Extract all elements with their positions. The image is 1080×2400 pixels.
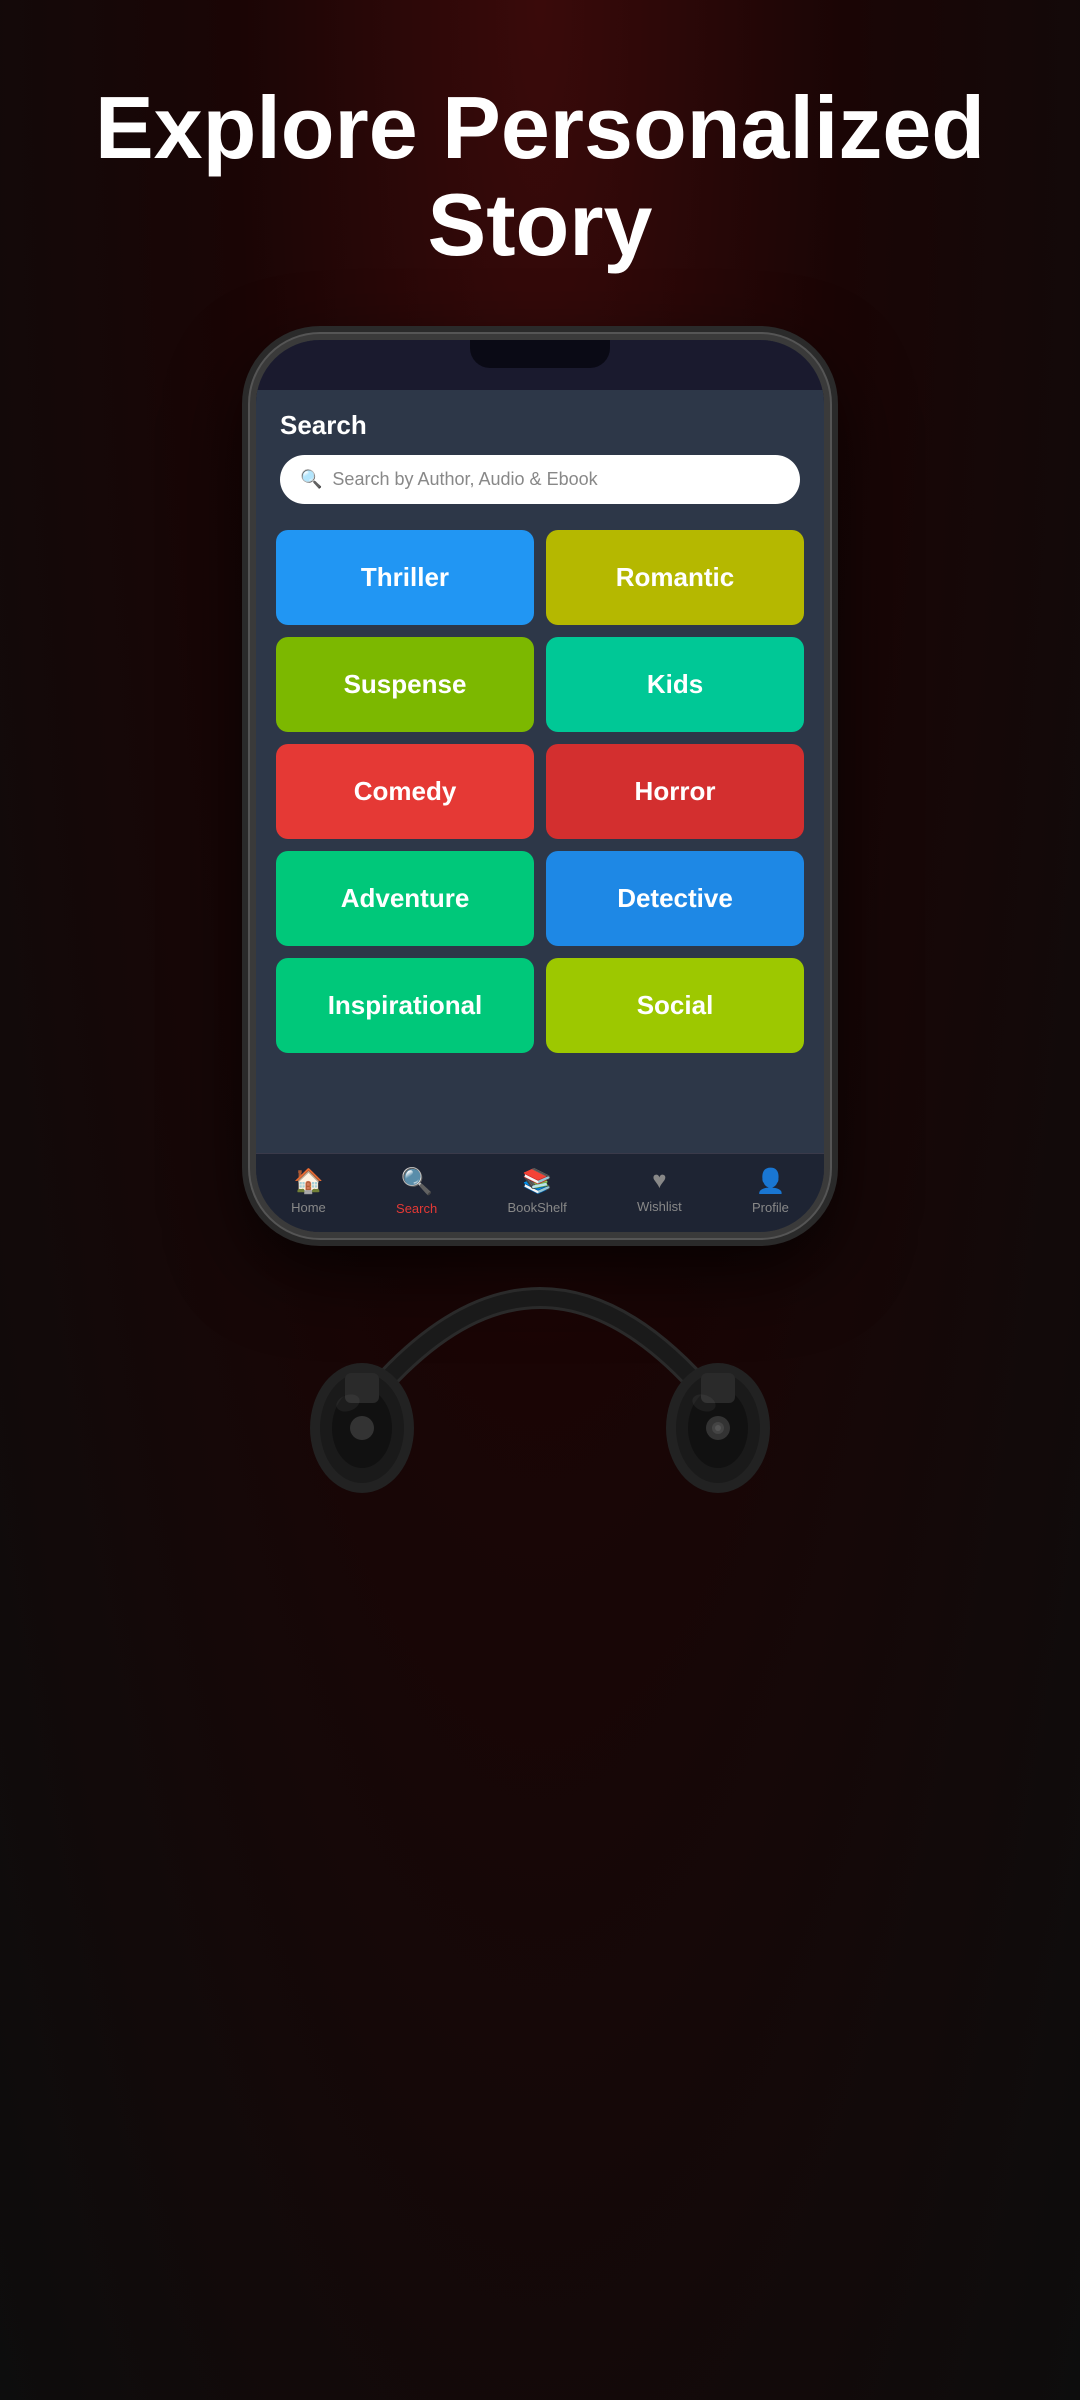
phone-screen: Search 🔍 Search by Author, Audio & Ebook… <box>256 340 824 1232</box>
headphones-decoration <box>250 1178 830 1578</box>
search-placeholder-text: Search by Author, Audio & Ebook <box>332 469 597 490</box>
genre-button-horror[interactable]: Horror <box>546 744 804 839</box>
genre-label-suspense: Suspense <box>344 669 467 700</box>
genre-button-thriller[interactable]: Thriller <box>276 530 534 625</box>
notch <box>470 340 610 368</box>
genre-button-adventure[interactable]: Adventure <box>276 851 534 946</box>
genre-label-detective: Detective <box>617 883 733 914</box>
genre-label-kids: Kids <box>647 669 703 700</box>
screen-content: Search 🔍 Search by Author, Audio & Ebook… <box>256 390 824 1153</box>
genre-label-adventure: Adventure <box>341 883 470 914</box>
search-bar[interactable]: 🔍 Search by Author, Audio & Ebook <box>280 455 800 504</box>
genre-button-kids[interactable]: Kids <box>546 637 804 732</box>
bottom-spacer <box>256 1073 824 1153</box>
phone-frame: Search 🔍 Search by Author, Audio & Ebook… <box>250 334 830 1238</box>
phone-mockup: Search 🔍 Search by Author, Audio & Ebook… <box>250 334 830 1578</box>
genre-grid: Thriller Romantic Suspense Kids Comedy <box>256 530 824 1073</box>
genre-label-social: Social <box>637 990 714 1021</box>
genre-label-horror: Horror <box>635 776 716 807</box>
genre-label-thriller: Thriller <box>361 562 449 593</box>
search-icon: 🔍 <box>300 469 322 490</box>
screen-title: Search <box>280 410 800 441</box>
genre-label-inspirational: Inspirational <box>328 990 483 1021</box>
headline-line1: Explore Personalized <box>95 78 985 177</box>
notch-bar <box>256 340 824 390</box>
genre-label-romantic: Romantic <box>616 562 734 593</box>
genre-button-inspirational[interactable]: Inspirational <box>276 958 534 1053</box>
genre-button-detective[interactable]: Detective <box>546 851 804 946</box>
genre-button-comedy[interactable]: Comedy <box>276 744 534 839</box>
headline-line2: Story <box>428 175 653 274</box>
genre-button-romantic[interactable]: Romantic <box>546 530 804 625</box>
genre-button-suspense[interactable]: Suspense <box>276 637 534 732</box>
genre-button-social[interactable]: Social <box>546 958 804 1053</box>
headline: Explore Personalized Story <box>0 0 1080 314</box>
genre-label-comedy: Comedy <box>354 776 457 807</box>
screen-header: Search 🔍 Search by Author, Audio & Ebook <box>256 390 824 530</box>
